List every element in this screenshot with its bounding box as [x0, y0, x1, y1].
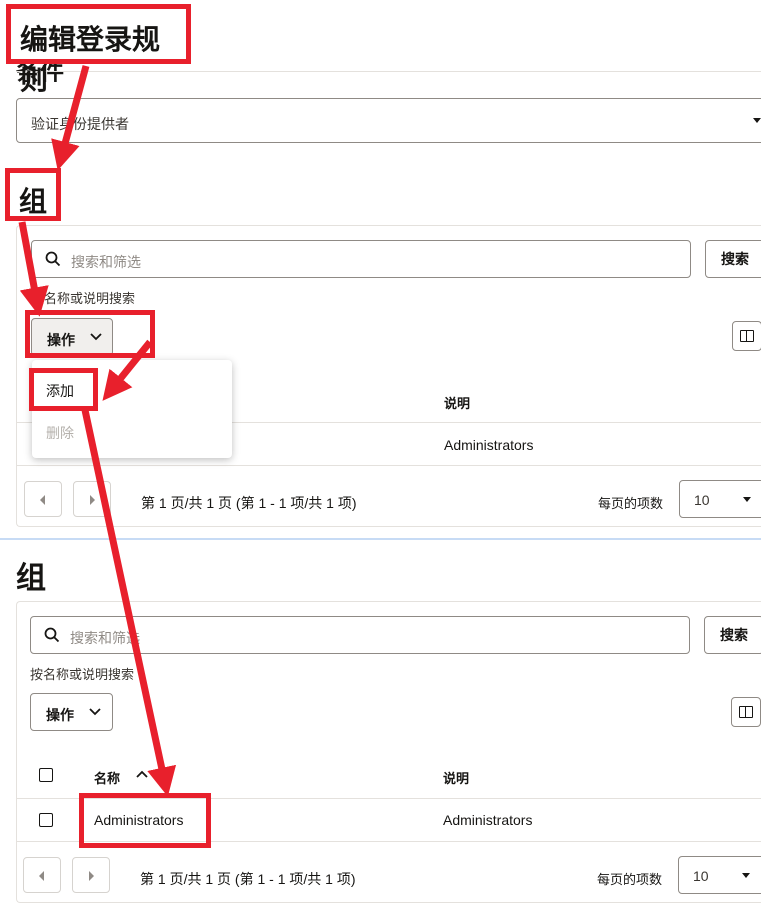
per-page-select[interactable]: 10	[678, 856, 761, 894]
annotation-highlight-actions	[25, 310, 155, 358]
menu-item-delete[interactable]: 删除	[46, 423, 74, 443]
per-page-label: 每页的项数	[598, 496, 664, 511]
search-helper-text: 按名称或说明搜索	[31, 291, 136, 306]
search-button[interactable]: 搜索	[705, 240, 761, 278]
annotation-highlight-row	[79, 793, 211, 848]
identity-provider-select-value: 验证身份提供者	[31, 116, 129, 132]
arrow-left-icon	[39, 871, 44, 881]
column-header-name[interactable]: 名称	[94, 768, 120, 787]
annotation-group-label: 组	[5, 168, 61, 221]
pagination-summary: 第 1 页/共 1 页 (第 1 - 1 项/共 1 项)	[141, 495, 357, 511]
annotation-title: 编辑登录规则	[6, 4, 191, 95]
search-icon	[44, 627, 60, 643]
next-page-button[interactable]	[73, 481, 111, 517]
search-input[interactable]: 搜索和筛选	[30, 616, 690, 654]
row-checkbox[interactable]	[39, 813, 53, 827]
next-page-button[interactable]	[72, 857, 110, 893]
arrow-left-icon	[40, 495, 45, 505]
search-icon	[45, 251, 61, 267]
column-toggle-button[interactable]	[731, 697, 761, 727]
search-helper-text: 按名称或说明搜索	[30, 667, 135, 682]
column-toggle-button[interactable]	[732, 321, 761, 351]
per-page-value: 10	[694, 492, 710, 508]
search-button[interactable]: 搜索	[704, 616, 761, 654]
select-all-checkbox[interactable]	[39, 768, 53, 782]
previous-page-button[interactable]	[24, 481, 62, 517]
groups-heading: 组	[16, 562, 46, 595]
row-description: Administrators	[443, 812, 533, 828]
arrow-right-icon	[90, 495, 95, 505]
caret-down-icon	[742, 873, 750, 878]
previous-page-button[interactable]	[23, 857, 61, 893]
per-page-label: 每页的项数	[597, 872, 663, 887]
actions-label: 操作	[46, 707, 74, 723]
caret-down-icon	[753, 118, 761, 123]
section-separator	[0, 538, 761, 540]
search-placeholder: 搜索和筛选	[71, 254, 141, 270]
annotation-highlight-add	[29, 368, 98, 411]
pagination-summary: 第 1 页/共 1 页 (第 1 - 1 项/共 1 项)	[140, 871, 356, 887]
caret-down-icon	[743, 497, 751, 502]
search-placeholder: 搜索和筛选	[70, 630, 140, 646]
row-description: Administrators	[444, 437, 534, 453]
arrow-right-icon	[89, 871, 94, 881]
columns-icon	[740, 330, 754, 342]
per-page-select[interactable]: 10	[679, 480, 761, 518]
column-header-description: 说明	[443, 771, 470, 786]
columns-icon	[739, 706, 753, 718]
per-page-value: 10	[693, 868, 709, 884]
actions-button[interactable]: 操作	[30, 693, 113, 731]
divider	[16, 71, 761, 72]
table-row-divider	[17, 465, 761, 466]
column-header-description: 说明	[444, 396, 471, 411]
identity-provider-select[interactable]: 验证身份提供者	[16, 98, 761, 143]
search-input[interactable]: 搜索和筛选	[31, 240, 691, 278]
chevron-down-icon	[89, 708, 101, 716]
sort-ascending-icon[interactable]	[136, 770, 148, 778]
